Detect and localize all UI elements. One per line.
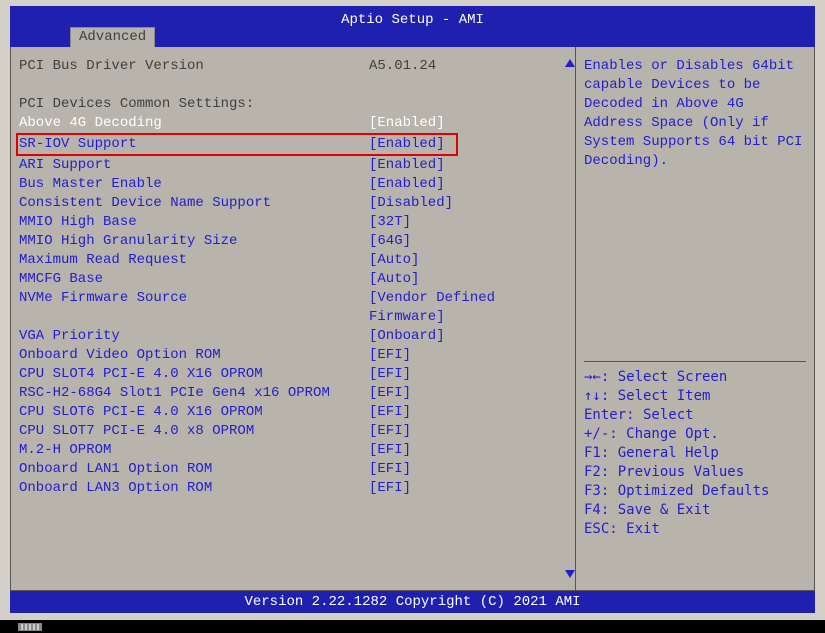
label: CPU SLOT6 PCI-E 4.0 X16 OPROM xyxy=(19,403,369,422)
value: [EFI] xyxy=(369,422,411,441)
value: [64G] xyxy=(369,232,411,251)
value: [Vendor Defined xyxy=(369,289,495,308)
help-key-hint: F4: Save & Exit xyxy=(584,501,806,520)
option-row[interactable]: Maximum Read Request[Auto] xyxy=(19,251,575,270)
value: [EFI] xyxy=(369,384,411,403)
value: [Enabled] xyxy=(369,114,445,133)
bios-screen: Aptio Setup - AMI Advanced PCI Bus Drive… xyxy=(0,0,825,620)
spacer xyxy=(19,76,575,95)
option-row[interactable]: MMIO High Granularity Size[64G] xyxy=(19,232,575,251)
label: Bus Master Enable xyxy=(19,175,369,194)
label: MMIO High Granularity Size xyxy=(19,232,369,251)
value: [Enabled] xyxy=(369,135,445,154)
help-key-hint: F1: General Help xyxy=(584,444,806,463)
value: [EFI] xyxy=(369,479,411,498)
help-key-hint: F3: Optimized Defaults xyxy=(584,482,806,501)
option-row[interactable]: CPU SLOT4 PCI-E 4.0 X16 OPROM[EFI] xyxy=(19,365,575,384)
tab-advanced[interactable]: Advanced xyxy=(70,27,155,47)
value: A5.01.24 xyxy=(369,57,436,76)
option-row[interactable]: Onboard Video Option ROM[EFI] xyxy=(19,346,575,365)
pci-driver-version-row: PCI Bus Driver Version A5.01.24 xyxy=(19,57,575,76)
help-pane: Enables or Disables 64bit capable Device… xyxy=(575,47,814,590)
help-key-hint: Enter: Select xyxy=(584,406,806,425)
help-key-hint: ESC: Exit xyxy=(584,520,806,539)
option-row[interactable]: Onboard LAN1 Option ROM[EFI] xyxy=(19,460,575,479)
label: M.2-H OPROM xyxy=(19,441,369,460)
label: ARI Support xyxy=(19,156,369,175)
option-above-4g-decoding[interactable]: Above 4G Decoding [Enabled] xyxy=(19,114,575,133)
label xyxy=(19,308,369,327)
help-key-hint: ↑↓: Select Item xyxy=(584,387,806,406)
label: VGA Priority xyxy=(19,327,369,346)
value: [EFI] xyxy=(369,460,411,479)
help-key-hint: →←: Select Screen xyxy=(584,368,806,387)
label: MMCFG Base xyxy=(19,270,369,289)
value: [EFI] xyxy=(369,441,411,460)
value: [Auto] xyxy=(369,270,419,289)
option-row[interactable]: CPU SLOT7 PCI-E 4.0 x8 OPROM[EFI] xyxy=(19,422,575,441)
footer: Version 2.22.1282 Copyright (C) 2021 AMI xyxy=(10,591,815,613)
label: Onboard LAN1 Option ROM xyxy=(19,460,369,479)
option-row[interactable]: ARI Support[Enabled] xyxy=(19,156,575,175)
option-sr-iov-support[interactable]: SR-IOV Support [Enabled] xyxy=(16,133,458,156)
value: [Enabled] xyxy=(369,156,445,175)
value: [Onboard] xyxy=(369,327,445,346)
option-row[interactable]: MMCFG Base[Auto] xyxy=(19,270,575,289)
value: [32T] xyxy=(369,213,411,232)
help-key-hint: F2: Previous Values xyxy=(584,463,806,482)
option-row[interactable]: CPU SLOT6 PCI-E 4.0 X16 OPROM[EFI] xyxy=(19,403,575,422)
option-row[interactable]: Consistent Device Name Support[Disabled] xyxy=(19,194,575,213)
option-row[interactable]: M.2-H OPROM[EFI] xyxy=(19,441,575,460)
help-keys: →←: Select Screen↑↓: Select ItemEnter: S… xyxy=(584,361,806,539)
label: Maximum Read Request xyxy=(19,251,369,270)
label: Consistent Device Name Support xyxy=(19,194,369,213)
label: SR-IOV Support xyxy=(19,135,369,154)
settings-pane[interactable]: PCI Bus Driver Version A5.01.24 PCI Devi… xyxy=(11,47,575,590)
value: Firmware] xyxy=(369,308,445,327)
scroll-up-icon[interactable] xyxy=(565,59,571,67)
option-row[interactable]: VGA Priority[Onboard] xyxy=(19,327,575,346)
label: CPU SLOT4 PCI-E 4.0 X16 OPROM xyxy=(19,365,369,384)
label: MMIO High Base xyxy=(19,213,369,232)
label: Onboard Video Option ROM xyxy=(19,346,369,365)
label: NVMe Firmware Source xyxy=(19,289,369,308)
label: PCI Bus Driver Version xyxy=(19,57,369,76)
value: [EFI] xyxy=(369,403,411,422)
option-row[interactable]: MMIO High Base[32T] xyxy=(19,213,575,232)
label: RSC-H2-68G4 Slot1 PCIe Gen4 x16 OPROM xyxy=(19,384,369,403)
value: [Disabled] xyxy=(369,194,453,213)
value: [Enabled] xyxy=(369,175,445,194)
value: [EFI] xyxy=(369,346,411,365)
label: Onboard LAN3 Option ROM xyxy=(19,479,369,498)
main-area: PCI Bus Driver Version A5.01.24 PCI Devi… xyxy=(10,47,815,591)
option-row[interactable]: Onboard LAN3 Option ROM[EFI] xyxy=(19,479,575,498)
value: [Auto] xyxy=(369,251,419,270)
option-row: Firmware] xyxy=(19,308,575,327)
label: CPU SLOT7 PCI-E 4.0 x8 OPROM xyxy=(19,422,369,441)
label: Above 4G Decoding xyxy=(19,114,369,133)
scroll-down-icon[interactable] xyxy=(565,570,571,578)
settings-header: PCI Devices Common Settings: xyxy=(19,95,575,114)
keyboard-icon xyxy=(18,623,42,631)
option-row[interactable]: RSC-H2-68G4 Slot1 PCIe Gen4 x16 OPROM[EF… xyxy=(19,384,575,403)
help-text: Enables or Disables 64bit capable Device… xyxy=(584,57,806,361)
value: [EFI] xyxy=(369,365,411,384)
option-row[interactable]: NVMe Firmware Source[Vendor Defined xyxy=(19,289,575,308)
title-bar: Aptio Setup - AMI Advanced xyxy=(10,6,815,47)
option-row[interactable]: Bus Master Enable[Enabled] xyxy=(19,175,575,194)
help-key-hint: +/-: Change Opt. xyxy=(584,425,806,444)
